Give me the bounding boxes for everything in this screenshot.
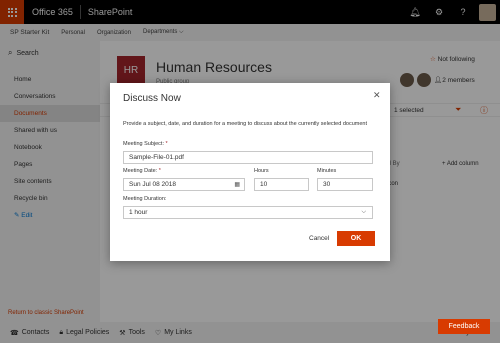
calendar-icon[interactable]: ▦ (234, 181, 240, 188)
cancel-button[interactable]: Cancel (309, 235, 329, 242)
chevron-down-icon: ⌵ (361, 209, 366, 215)
hours-value: 10 (260, 181, 268, 188)
date-label: Meeting Date: * (123, 168, 161, 174)
minutes-label: Minutes (317, 168, 337, 174)
subject-input[interactable]: Sample-File-01.pdf (123, 151, 373, 164)
duration-label: Meeting Duration: (123, 196, 167, 202)
dialog-title: Discuss Now (123, 93, 181, 104)
subject-label: Meeting Subject: * (123, 141, 168, 147)
dialog-description: Provide a subject, date, and duration fo… (123, 121, 367, 127)
minutes-input[interactable]: 30 (317, 178, 373, 191)
date-value: Sun Jul 08 2018 (129, 181, 176, 188)
duration-value: 1 hour (129, 209, 148, 216)
subject-value: Sample-File-01.pdf (129, 154, 184, 161)
minutes-value: 30 (323, 181, 331, 188)
discuss-now-dialog: Discuss Now ✕ Provide a subject, date, a… (110, 83, 390, 261)
hours-label: Hours (254, 168, 269, 174)
duration-select[interactable]: 1 hour ⌵ (123, 206, 373, 219)
date-picker[interactable]: Sun Jul 08 2018 ▦ (123, 178, 245, 191)
ok-button[interactable]: OK (337, 231, 375, 246)
hours-input[interactable]: 10 (254, 178, 309, 191)
feedback-button[interactable]: Feedback (438, 319, 490, 334)
close-icon[interactable]: ✕ (373, 90, 381, 101)
